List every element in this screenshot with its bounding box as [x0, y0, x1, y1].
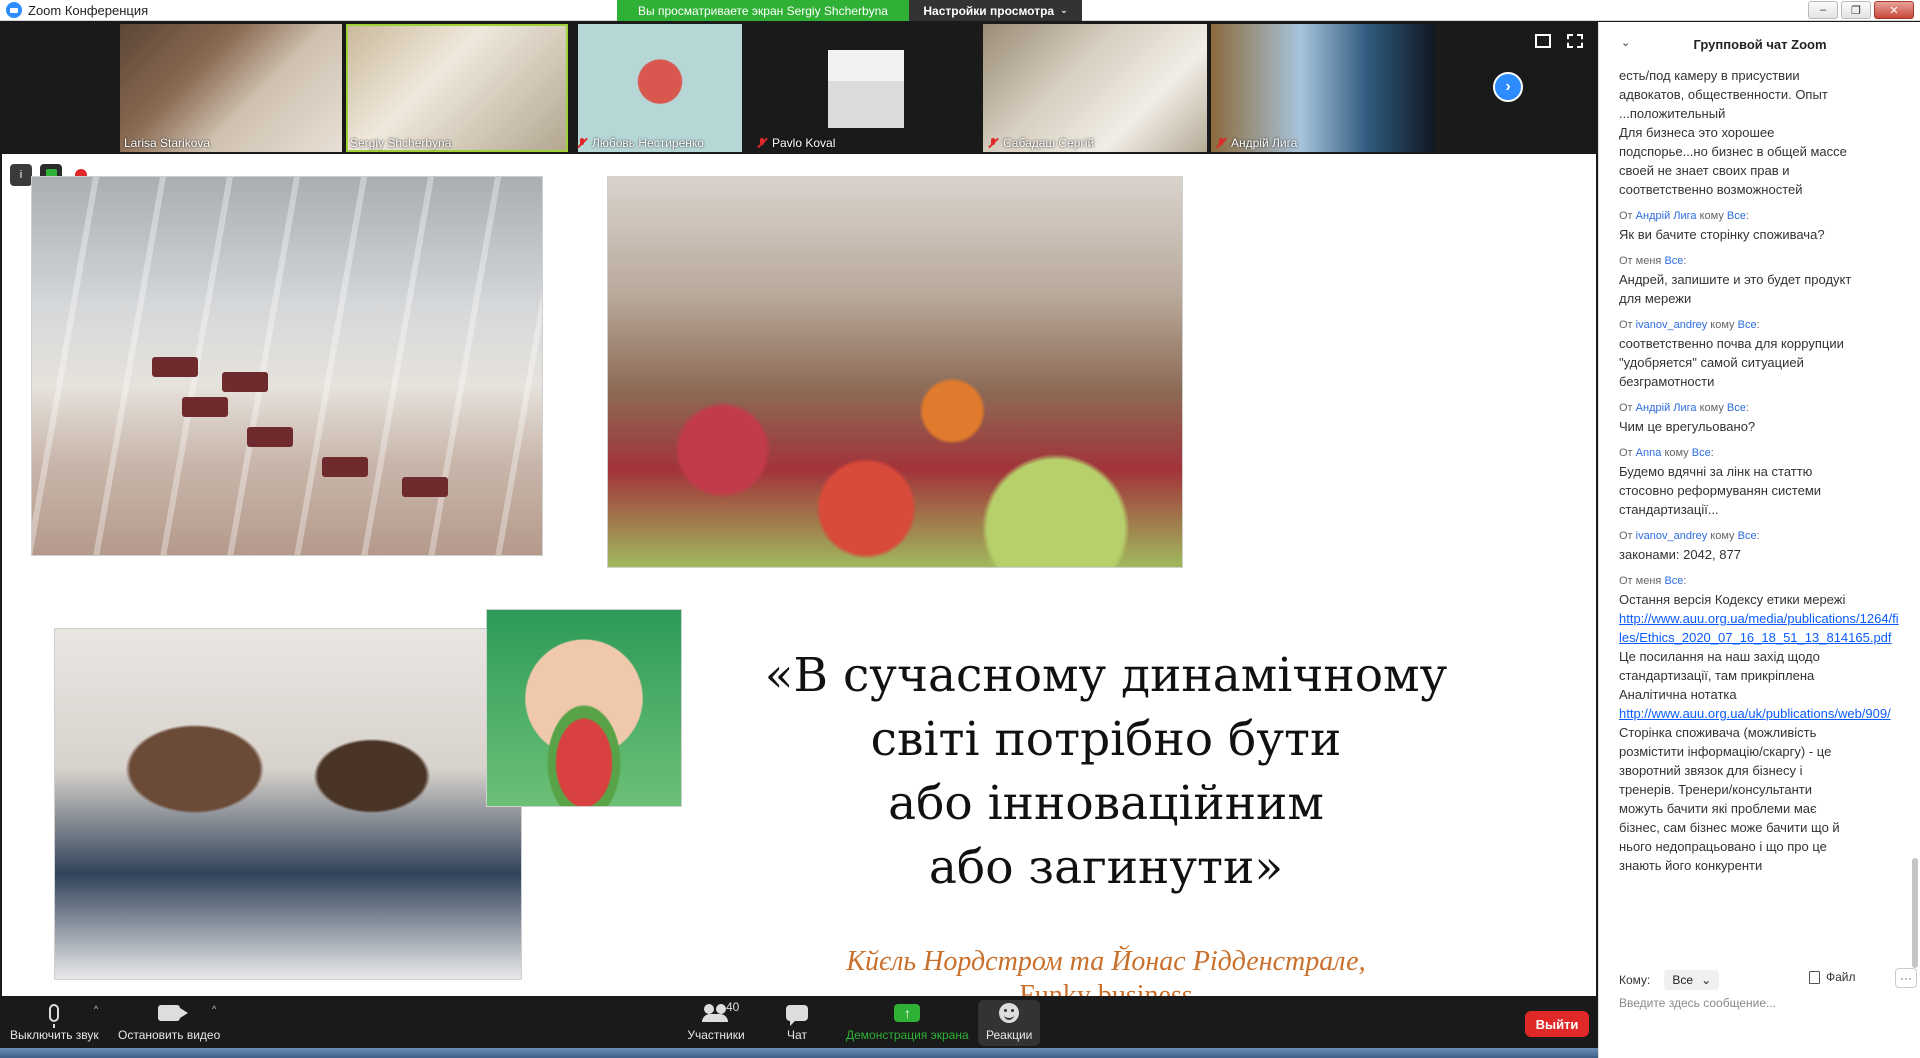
- view-options: [1535, 34, 1583, 48]
- participant-tile[interactable]: Larisa Starikova: [120, 24, 342, 152]
- chat-panel: ⌄ Групповой чат Zoom есть/под камеру в п…: [1598, 22, 1920, 1058]
- zoom-logo-icon: [6, 2, 22, 18]
- participant-name: Андрій Лига: [1215, 136, 1297, 150]
- chevron-right-icon[interactable]: ›: [1493, 72, 1523, 102]
- more-options-button[interactable]: ···: [1895, 968, 1917, 988]
- mute-button[interactable]: Выключить звук: [10, 1000, 99, 1042]
- close-button[interactable]: ✕: [1874, 1, 1914, 19]
- share-screen-button[interactable]: ↑ Демонстрация экрана: [846, 1000, 969, 1042]
- slide-quote-author: Кйєль Нордстром та Йонас Рідденстрале,: [846, 946, 1366, 977]
- chat-message: есть/под камеру в присуствии адвокатов, …: [1619, 68, 1847, 197]
- participant-name: Сабадаш Сергій: [987, 136, 1094, 150]
- microphone-icon: [49, 1004, 60, 1028]
- chevron-up-icon[interactable]: ^: [212, 1004, 216, 1014]
- chat-link[interactable]: http://www.auu.org.ua/uk/publications/we…: [1619, 704, 1899, 723]
- stop-video-button[interactable]: Остановить видео: [118, 1000, 220, 1042]
- chat-header: ⌄ Групповой чат Zoom: [1599, 22, 1920, 66]
- chat-messages: есть/под камеру в присуствии адвокатов, …: [1619, 66, 1899, 968]
- chat-message: От меня Все: Остання версія Кодексу етик…: [1619, 575, 1899, 873]
- chat-bubble-icon: [786, 1005, 808, 1026]
- layout-icon[interactable]: [1535, 34, 1551, 48]
- video-camera-icon: [158, 1005, 189, 1021]
- chevron-up-icon[interactable]: ^: [94, 1004, 98, 1014]
- participant-name: Larisa Starikova: [124, 136, 211, 150]
- mic-muted-icon: [987, 137, 999, 149]
- participant-tile[interactable]: Любовь Нестиренко: [572, 24, 748, 152]
- window-title: Zoom Конференция: [28, 2, 149, 18]
- screen-share-banner: Вы просматриваете экран Sergiy Shcherbyn…: [617, 0, 909, 21]
- mic-muted-icon: [756, 137, 768, 149]
- chat-message-input[interactable]: [1619, 996, 1909, 1052]
- smile-icon: [999, 1003, 1020, 1023]
- participant-tile[interactable]: Сабадаш Сергій: [983, 24, 1207, 152]
- os-taskbar: [0, 1048, 1598, 1058]
- participant-tile[interactable]: Андрій Лига: [1211, 24, 1435, 152]
- meeting-area: Larisa Starikova Sergiy Shcherbyna Любов…: [0, 22, 1598, 998]
- participants-count: 40: [726, 1000, 740, 1014]
- participant-tile-active-speaker[interactable]: Sergiy Shcherbyna: [346, 24, 568, 152]
- view-settings-label: Настройки просмотра: [923, 3, 1055, 18]
- participant-name: Sergiy Shcherbyna: [350, 136, 452, 150]
- recipient-label: Кому:: [1619, 973, 1651, 987]
- chevron-down-icon: ⌄: [1060, 5, 1068, 15]
- chat-button[interactable]: Чат: [786, 1000, 808, 1042]
- window-controls: – ❐ ✕: [1808, 1, 1914, 19]
- couple-eating-photo: [54, 628, 522, 980]
- chat-message: От ivanov_andrey кому Все: соответственн…: [1619, 319, 1844, 389]
- leave-button[interactable]: Выйти: [1525, 1011, 1589, 1037]
- fullscreen-icon[interactable]: [1567, 34, 1583, 48]
- file-icon: [1809, 970, 1820, 984]
- info-icon[interactable]: i: [10, 164, 32, 186]
- chevron-down-icon[interactable]: ⌄: [1621, 36, 1630, 49]
- slide-quote: «В сучасному динамічному світі потрібно …: [764, 648, 1448, 895]
- mic-muted-icon: [576, 137, 588, 149]
- chat-message: От меня Все: Андрей, запишите и это буде…: [1619, 255, 1852, 306]
- chat-title: Групповой чат Zoom: [1693, 36, 1827, 52]
- meeting-toolbar: Выключить звук ^ Остановить видео ^ 40 У…: [0, 998, 1598, 1048]
- participant-photo: [828, 50, 904, 128]
- shared-screen: i «В сучасному динамічному світі потрібн…: [2, 154, 1596, 996]
- chat-scrollbar[interactable]: [1912, 66, 1918, 976]
- chat-message: От Андрій Лига кому Все: Чим це врегульо…: [1619, 402, 1756, 434]
- view-settings-button[interactable]: Настройки просмотра ⌄: [909, 0, 1082, 21]
- chevron-down-icon: ⌄: [1701, 973, 1712, 987]
- chat-message: От ivanov_andrey кому Все: законами: 204…: [1619, 530, 1760, 562]
- chat-message: От Anna кому Все: Будемо вдячні за лінк …: [1619, 447, 1822, 517]
- maximize-button[interactable]: ❐: [1841, 1, 1871, 19]
- participant-tile[interactable]: Pavlo Koval: [752, 24, 979, 152]
- meat-factory-photo: [31, 176, 543, 556]
- participant-name: Pavlo Koval: [756, 136, 835, 150]
- vegetable-market-photo: [607, 176, 1183, 568]
- baby-watermelon-photo: [486, 609, 682, 807]
- minimize-button[interactable]: –: [1808, 1, 1838, 19]
- slide-quote-book: Funky business: [1019, 980, 1193, 996]
- participants-button[interactable]: 40 Участники: [686, 1000, 746, 1042]
- participant-gallery: Larisa Starikova Sergiy Shcherbyna Любов…: [120, 24, 1435, 152]
- recipient-select[interactable]: Все ⌄: [1664, 970, 1720, 990]
- file-button[interactable]: Файл: [1809, 970, 1856, 984]
- share-screen-icon: ↑: [894, 1004, 921, 1022]
- reactions-button[interactable]: Реакции: [978, 1000, 1041, 1046]
- participant-video: [578, 24, 742, 152]
- chat-message: От Андрій Лига кому Все: Як ви бачите ст…: [1619, 210, 1825, 242]
- chat-link[interactable]: http://www.auu.org.ua/media/publications…: [1619, 609, 1899, 647]
- chat-recipient: Кому: Все ⌄: [1619, 970, 1720, 990]
- mic-muted-icon: [1215, 137, 1227, 149]
- participant-name: Любовь Нестиренко: [576, 136, 704, 150]
